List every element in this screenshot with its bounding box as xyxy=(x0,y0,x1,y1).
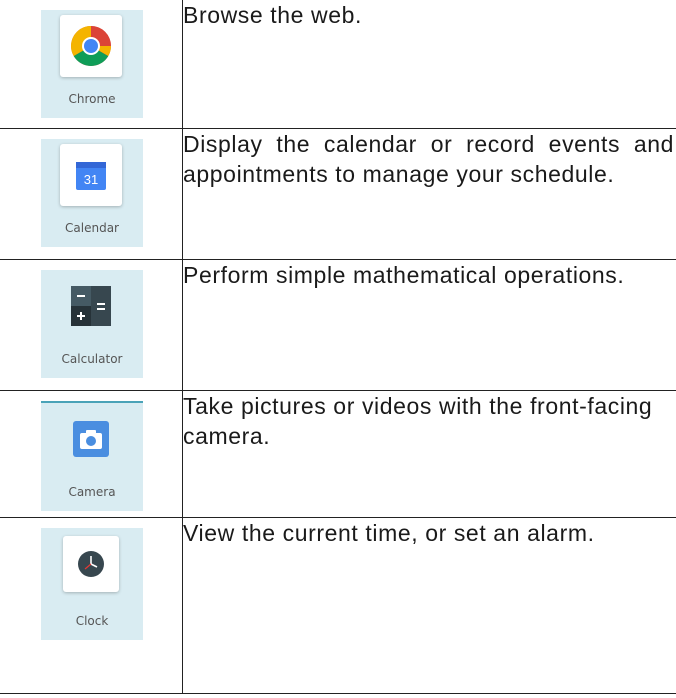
app-label: Calendar xyxy=(65,221,119,235)
calculator-icon xyxy=(60,275,122,337)
app-label: Camera xyxy=(68,485,116,499)
app-tile-clock: Clock xyxy=(41,528,143,640)
app-description: Browse the web. xyxy=(183,2,363,28)
app-tile-calculator: Calculator xyxy=(41,270,143,378)
icon-cell: Calculator xyxy=(0,259,183,391)
app-label: Chrome xyxy=(68,92,116,106)
apps-table: Chrome Browse the web. 31 Calendar Displ… xyxy=(0,0,676,694)
description-cell: Perform simple mathematical operations. xyxy=(182,259,676,391)
table-row: 31 Calendar Display the calendar or reco… xyxy=(0,128,676,260)
app-tile-chrome: Chrome xyxy=(41,10,143,118)
app-description: View the current time, or set an alarm. xyxy=(183,520,595,546)
app-tile-camera: Camera xyxy=(41,401,143,511)
chrome-icon xyxy=(60,15,122,77)
table-row: Clock View the current time, or set an a… xyxy=(0,517,676,694)
table-row: Camera Take pictures or videos with the … xyxy=(0,390,676,518)
icon-cell: Clock xyxy=(0,517,183,694)
description-cell: Display the calendar or record events an… xyxy=(182,128,676,260)
icon-cell: Camera xyxy=(0,390,183,518)
camera-icon xyxy=(60,408,122,470)
app-description: Display the calendar or record events an… xyxy=(183,131,674,187)
description-cell: Take pictures or videos with the front-f… xyxy=(182,390,676,518)
app-description: Perform simple mathematical operations. xyxy=(183,262,625,288)
app-description: Take pictures or videos with the front-f… xyxy=(183,393,653,449)
app-label: Clock xyxy=(75,614,109,628)
description-cell: Browse the web. xyxy=(182,0,676,129)
calendar-day: 31 xyxy=(84,172,98,187)
clock-icon xyxy=(63,536,119,592)
table-row: Chrome Browse the web. xyxy=(0,0,676,129)
app-tile-calendar: 31 Calendar xyxy=(41,139,143,247)
calendar-icon: 31 xyxy=(60,144,122,206)
table-row: Calculator Perform simple mathematical o… xyxy=(0,259,676,391)
app-label: Calculator xyxy=(61,352,123,366)
description-cell: View the current time, or set an alarm. xyxy=(182,517,676,694)
icon-cell: 31 Calendar xyxy=(0,128,183,260)
icon-cell: Chrome xyxy=(0,0,183,129)
